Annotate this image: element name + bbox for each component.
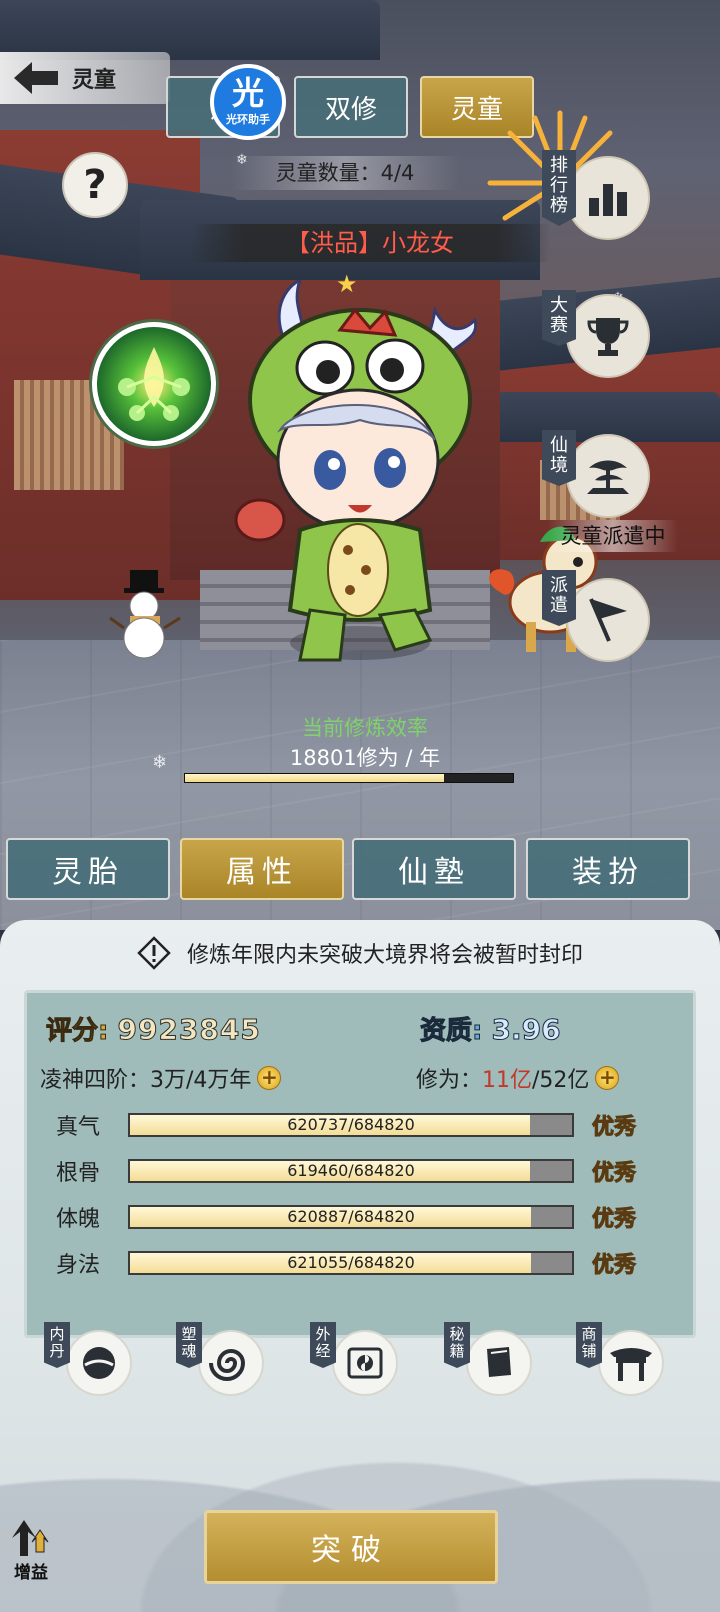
function-label: 塑魂: [176, 1322, 202, 1368]
tab-label: 双修: [324, 94, 377, 125]
aptitude: 资质: 3.96: [419, 1010, 561, 1050]
seal-warning: 修炼年限内未突破大境界将会被暂时封印: [0, 928, 720, 978]
help-button[interactable]: ?: [62, 152, 128, 218]
realm-label: 凌神四阶：: [40, 1068, 151, 1093]
efficiency-progress-fill: [185, 774, 445, 782]
cultivation-label: 修为：: [416, 1068, 483, 1093]
realm-value: 3万/4万年: [150, 1068, 252, 1093]
spirit-child-count: 灵童数量：4/4: [230, 156, 460, 190]
dragon-costume-character[interactable]: [230, 280, 480, 670]
function-label: 外经: [310, 1322, 336, 1368]
attribute-value: 619460/684820: [287, 1161, 415, 1180]
side-label-fairyland: 仙境: [542, 430, 576, 486]
side-label-contest: 大赛: [542, 290, 576, 346]
boost-label: 增益: [14, 1563, 48, 1583]
attribute-grade: 优秀: [591, 1253, 637, 1279]
snowflake: ❄: [152, 752, 168, 773]
attribute-row: 体魄 620887/684820 优秀: [56, 1202, 637, 1233]
warning-icon: [137, 936, 171, 970]
attribute-name: 体魄: [56, 1207, 101, 1232]
breakthrough-label: 突破: [311, 1533, 391, 1568]
cultivation-info: 修为： 11亿 /52亿 +: [416, 1058, 620, 1098]
attribute-value: 620887/684820: [287, 1207, 415, 1226]
function-label: 商铺: [576, 1322, 602, 1368]
tab-label: 仙塾: [398, 855, 470, 890]
helper-badge-glyph: 光: [231, 74, 264, 112]
soul-swirl-icon[interactable]: [198, 1330, 264, 1396]
attribute-name: 身法: [56, 1253, 101, 1278]
attribute-grade: 优秀: [591, 1161, 637, 1187]
attribute-bar: 620737/684820: [128, 1113, 574, 1137]
tab-label: 灵胎: [52, 855, 124, 890]
score-label: 评分:: [45, 1016, 109, 1047]
efficiency-progress-bar: [184, 773, 514, 783]
attribute-name: 真气: [56, 1115, 101, 1140]
side-label-dispatch: 派遣: [542, 570, 576, 626]
trophy-icon[interactable]: [566, 294, 650, 378]
attribute-row: 真气 620737/684820 优秀: [56, 1110, 637, 1141]
tab-label: 装扮: [572, 855, 644, 890]
skill-orb-icon[interactable]: [92, 322, 216, 446]
aptitude-label: 资质:: [419, 1016, 483, 1047]
attribute-bar: 620887/684820: [128, 1205, 574, 1229]
attribute-value: 620737/684820: [287, 1115, 415, 1134]
book-icon[interactable]: [466, 1330, 532, 1396]
outer-scripture-button[interactable]: 外经: [310, 1322, 420, 1402]
shop-button[interactable]: 商铺: [576, 1322, 686, 1402]
help-icon: ?: [83, 162, 107, 208]
back-bar[interactable]: 灵童: [0, 52, 170, 104]
attribute-grade: 优秀: [591, 1207, 637, 1233]
warning-text: 修炼年限内未突破大境界将会被暂时封印: [186, 943, 583, 968]
scroll-icon[interactable]: [332, 1330, 398, 1396]
roof: [0, 0, 380, 60]
add-realm-icon[interactable]: +: [257, 1066, 282, 1090]
tab-dual-cultivation[interactable]: 双修: [294, 76, 408, 138]
attribute-row: 根骨 619460/684820 优秀: [56, 1156, 637, 1187]
tab-label: 属性: [226, 855, 298, 890]
tab-attributes[interactable]: 属性: [180, 838, 344, 900]
realm-info: 凌神四阶： 3万/4万年 +: [40, 1058, 282, 1098]
attribute-bar: 619460/684820: [128, 1159, 574, 1183]
tab-academy[interactable]: 仙塾: [352, 838, 516, 900]
attribute-value: 621055/684820: [287, 1253, 415, 1272]
attribute-row: 身法 621055/684820 优秀: [56, 1248, 637, 1279]
side-label-leaderboard: 排行榜: [542, 150, 576, 226]
efficiency-label: 当前修炼效率: [302, 716, 428, 740]
inner-pill-button[interactable]: 内丹: [44, 1322, 154, 1402]
helper-badge-label: 光环助手: [226, 113, 270, 126]
efficiency-value: 18801修为 / 年: [289, 746, 441, 770]
breakthrough-button[interactable]: 突破: [204, 1510, 498, 1584]
banner-flag-icon[interactable]: [566, 578, 650, 662]
leaderboard-icon[interactable]: [566, 156, 650, 240]
back-arrow-icon[interactable]: [10, 58, 64, 98]
cultivation-current: 11亿: [482, 1068, 533, 1093]
dispatch-status: 灵童派遣中: [548, 520, 678, 552]
attribute-grade: 优秀: [591, 1115, 637, 1141]
tab-spirit-embryo[interactable]: 灵胎: [6, 838, 170, 900]
attribute-bar: 621055/684820: [128, 1251, 574, 1275]
helper-badge[interactable]: 光 光环助手: [210, 64, 286, 140]
function-label: 秘籍: [444, 1322, 470, 1368]
pine-tree-icon[interactable]: [566, 434, 650, 518]
page-title: 灵童: [72, 68, 117, 93]
secret-manual-button[interactable]: 秘籍: [444, 1322, 554, 1402]
attribute-name: 根骨: [56, 1161, 101, 1186]
snowman-decoration: [109, 570, 181, 659]
cultivation-total: /52亿: [532, 1068, 590, 1093]
add-cultivation-icon[interactable]: +: [595, 1066, 620, 1090]
boost-button[interactable]: 增益: [6, 1516, 56, 1583]
tab-dress-up[interactable]: 装扮: [526, 838, 690, 900]
aptitude-value: 3.96: [491, 1013, 561, 1047]
score-value: 9923845: [117, 1013, 261, 1047]
function-label: 内丹: [44, 1322, 70, 1368]
inner-pill-icon[interactable]: [66, 1330, 132, 1396]
shop-gate-icon[interactable]: [598, 1330, 664, 1396]
soul-shaping-button[interactable]: 塑魂: [176, 1322, 286, 1402]
score: 评分: 9923845: [45, 1010, 261, 1050]
boost-arrows-icon: [12, 1520, 49, 1556]
